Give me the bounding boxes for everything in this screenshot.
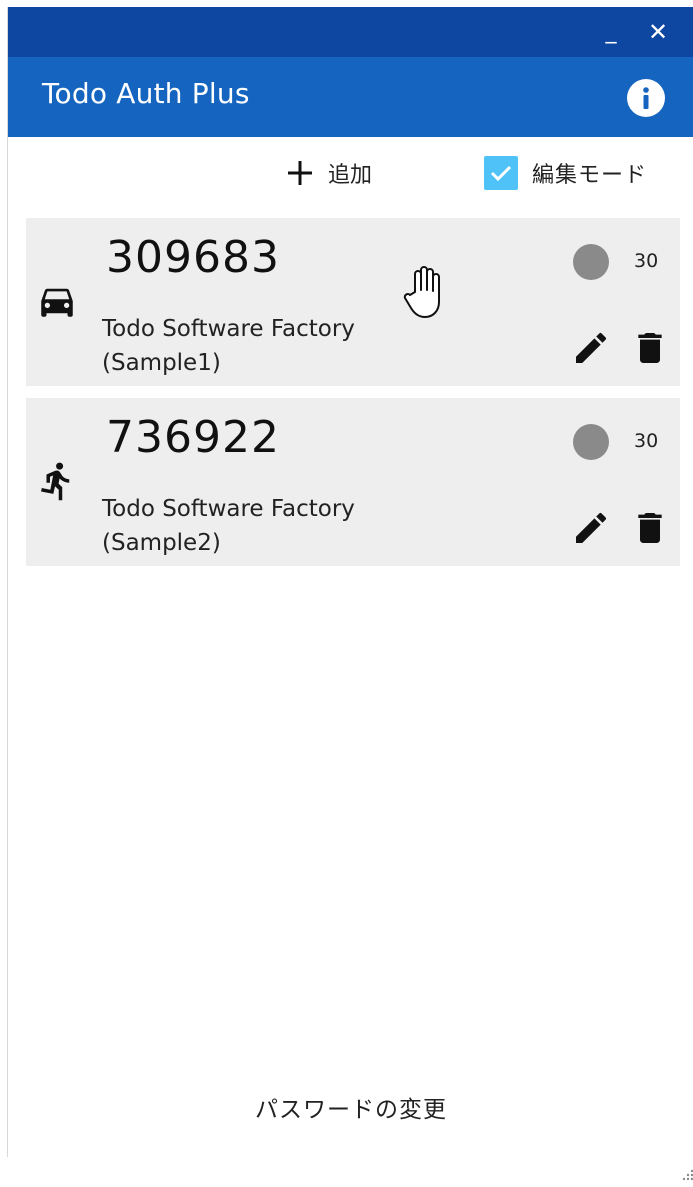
timer-indicator [573,244,609,280]
check-icon [490,165,512,182]
toolbar: 追加 編集モード [8,137,693,215]
account-name-line1: Todo Software Factory [102,316,355,342]
app-window: _ ✕ Todo Auth Plus 追加 編集モード 309683 Todo … [7,7,693,1181]
account-name: Todo Software Factory (Sample1) [102,312,432,380]
otp-code: 309683 [106,232,280,283]
timer-indicator [573,424,609,460]
account-name-line2: (Sample1) [102,350,221,376]
timer-seconds: 30 [634,430,659,452]
plus-icon [288,161,312,185]
close-button[interactable]: ✕ [640,15,676,49]
info-icon [643,87,649,109]
edit-mode-label: 編集モード [532,163,648,188]
otp-code: 736922 [106,412,280,463]
resize-grip-icon[interactable] [676,1167,693,1187]
info-button[interactable] [627,79,665,117]
edit-mode-toggle[interactable]: 編集モード [484,155,647,191]
app-bar: Todo Auth Plus [8,57,693,137]
edit-account-button[interactable] [571,508,611,548]
minimize-button[interactable]: _ [593,15,629,49]
delete-account-button[interactable] [630,508,670,548]
hand-cursor-icon [403,266,440,318]
pencil-icon [576,512,607,543]
trash-icon [638,333,662,363]
account-name: Todo Software Factory (Sample2) [102,492,432,560]
add-label: 追加 [328,163,373,188]
delete-account-button[interactable] [630,328,670,368]
running-icon [41,462,70,501]
timer-seconds: 30 [634,250,659,272]
edit-account-button[interactable] [571,328,611,368]
change-password-link[interactable]: パスワードの変更 [8,1090,693,1124]
edit-mode-checkbox[interactable] [484,156,518,190]
account-name-line2: (Sample2) [102,530,221,556]
account-card[interactable]: 309683 Todo Software Factory (Sample1) 3… [26,218,680,386]
account-name-line1: Todo Software Factory [102,496,355,522]
account-card[interactable]: 736922 Todo Software Factory (Sample2) 3… [26,398,680,566]
car-icon [41,288,73,317]
window-titlebar[interactable]: _ ✕ [8,7,693,57]
app-title: Todo Auth Plus [42,77,250,110]
trash-icon [638,513,662,543]
add-button[interactable]: 追加 [286,155,372,191]
pencil-icon [576,332,607,363]
